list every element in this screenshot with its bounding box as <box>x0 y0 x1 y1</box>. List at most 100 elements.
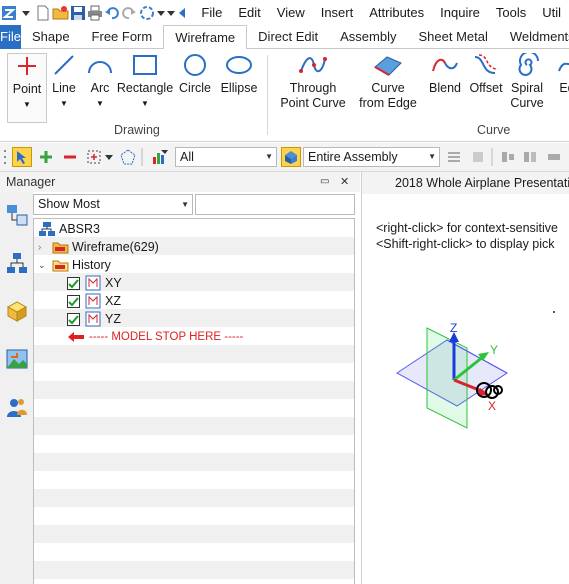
polygon-select-icon[interactable] <box>118 147 138 167</box>
expand-icon[interactable]: › <box>38 242 50 253</box>
add-icon[interactable] <box>36 147 56 167</box>
tab-free-form[interactable]: Free Form <box>81 25 164 49</box>
visibility-checkbox[interactable] <box>67 294 80 308</box>
filter-select[interactable]: All ▼ <box>175 147 277 167</box>
tree-row-wireframe[interactable]: › Wireframe(629) <box>38 238 159 256</box>
equation-curve-button[interactable]: Eq <box>552 53 569 96</box>
blend-button[interactable]: Blend <box>428 53 462 96</box>
assembly-tree-icon[interactable] <box>4 250 30 276</box>
align-icon-2[interactable] <box>468 147 488 167</box>
back-arrow-icon[interactable] <box>177 2 188 24</box>
rectangle-icon <box>133 55 157 75</box>
open-folder-icon[interactable] <box>52 2 70 24</box>
distribute-icon-2[interactable] <box>520 147 540 167</box>
curve-from-edge-button[interactable]: Curve from Edge <box>355 53 421 111</box>
tab-assembly[interactable]: Assembly <box>329 25 407 49</box>
arc-button[interactable]: Arc ▼ <box>85 53 115 111</box>
point-label: Point <box>12 82 42 96</box>
toolbar-divider <box>140 147 144 167</box>
tab-weldments[interactable]: Weldments <box>499 25 569 49</box>
assembly-scope-icon[interactable] <box>281 147 301 167</box>
image-icon[interactable] <box>4 346 30 372</box>
close-icon[interactable]: ✕ <box>340 172 349 192</box>
tree-row-root[interactable]: ABSR3 <box>38 220 100 238</box>
circle-button[interactable]: Circle <box>178 53 212 96</box>
print-icon[interactable] <box>87 2 104 24</box>
tree-row-plane-yz[interactable]: YZ <box>67 310 121 328</box>
menu-file[interactable]: File <box>193 0 230 25</box>
z-label: Z <box>450 321 457 335</box>
menu-insert[interactable]: Insert <box>313 0 362 25</box>
quick-access-dropdown-icon[interactable] <box>18 2 35 24</box>
menu-edit[interactable]: Edit <box>230 0 268 25</box>
redo-icon[interactable] <box>121 2 138 24</box>
undo-icon[interactable] <box>104 2 121 24</box>
through-point-curve-icon <box>299 57 327 73</box>
distribute-icon-3[interactable] <box>544 147 564 167</box>
visibility-checkbox[interactable] <box>67 276 80 290</box>
point-button[interactable]: Point ▼ <box>7 53 47 123</box>
plane-label: XY <box>105 276 122 290</box>
show-filter-arrow-icon: ▼ <box>181 200 189 209</box>
stop-arrow-icon <box>68 332 84 342</box>
show-filter-select[interactable]: Show Most ▼ <box>33 194 193 215</box>
rectangle-button[interactable]: Rectangle ▼ <box>117 53 173 111</box>
users-icon[interactable] <box>4 394 30 420</box>
line-button[interactable]: Line ▼ <box>49 53 79 111</box>
tab-file[interactable]: File <box>0 25 21 49</box>
regen-icon[interactable] <box>138 2 156 24</box>
graphics-viewport[interactable]: 2018 Whole Airplane Presentation <right-… <box>361 172 569 584</box>
collapse-icon[interactable]: ⌄ <box>38 260 50 271</box>
through-point-curve-button[interactable]: Through Point Curve <box>277 53 349 111</box>
box-select-icon[interactable] <box>84 147 104 167</box>
tree-row-plane-xy[interactable]: XY <box>67 274 122 292</box>
menu-inquire[interactable]: Inquire <box>432 0 488 25</box>
offset-icon <box>474 54 499 74</box>
new-file-icon[interactable] <box>35 2 52 24</box>
manager-search-input[interactable] <box>195 194 355 215</box>
context-hint-2: <Shift-right-click> to display pick <box>376 237 555 251</box>
remove-icon[interactable] <box>60 147 80 167</box>
model-stop-marker[interactable]: ----- MODEL STOP HERE ----- <box>67 328 243 346</box>
box-select-dropdown-icon[interactable] <box>104 147 114 167</box>
history-folder-icon <box>52 260 69 272</box>
filter-select-value: All <box>180 150 194 164</box>
scope-select[interactable]: Entire Assembly ▼ <box>303 147 440 167</box>
tab-direct-edit[interactable]: Direct Edit <box>247 25 329 49</box>
menu-view[interactable]: View <box>269 0 313 25</box>
tab-sheet-metal[interactable]: Sheet Metal <box>408 25 499 49</box>
scope-select-arrow-icon: ▼ <box>428 152 436 161</box>
align-icon-1[interactable] <box>444 147 464 167</box>
menu-attributes[interactable]: Attributes <box>361 0 432 25</box>
spiral-curve-button[interactable]: Spiral Curve <box>507 53 547 111</box>
feature-tree-icon[interactable] <box>4 202 30 228</box>
save-icon[interactable] <box>70 2 87 24</box>
menu-tools[interactable]: Tools <box>488 0 534 25</box>
circle-icon <box>184 54 206 76</box>
distribute-icon-1[interactable] <box>498 147 518 167</box>
tab-wireframe[interactable]: Wireframe <box>163 25 248 50</box>
tree-row-history[interactable]: ⌄ History <box>38 256 111 274</box>
pick-mode-icon[interactable] <box>12 147 32 167</box>
offset-label: Offset <box>469 81 503 95</box>
ellipse-button[interactable]: Ellipse <box>221 53 257 96</box>
part-icon[interactable] <box>4 298 30 324</box>
tab-shape[interactable]: Shape <box>21 25 81 49</box>
selection-toolbar: All ▼ Entire Assembly ▼ <box>0 143 569 172</box>
app-logo-icon[interactable] <box>0 2 18 24</box>
regen-dropdown-icon[interactable] <box>156 2 166 24</box>
offset-button[interactable]: Offset <box>468 53 504 96</box>
point-dropdown-icon: ▼ <box>23 100 31 109</box>
coordinate-triad[interactable]: Z Y X <box>392 320 522 430</box>
pin-icon[interactable]: ▭ <box>320 172 329 192</box>
plane-icon <box>85 275 101 291</box>
menu-util[interactable]: Util <box>534 0 569 25</box>
wireframe-label: Wireframe(629) <box>72 240 159 254</box>
visibility-checkbox[interactable] <box>67 312 80 326</box>
feature-tree: ABSR3 › Wireframe(629) ⌄ History XY XZ Y… <box>33 218 355 584</box>
tree-row-plane-xz[interactable]: XZ <box>67 292 121 310</box>
customize-icon[interactable] <box>166 2 177 24</box>
toolbar-divider-2 <box>490 147 494 167</box>
filter-icon[interactable] <box>150 147 170 167</box>
context-hint-1: <right-click> for context-sensitive <box>376 221 559 235</box>
